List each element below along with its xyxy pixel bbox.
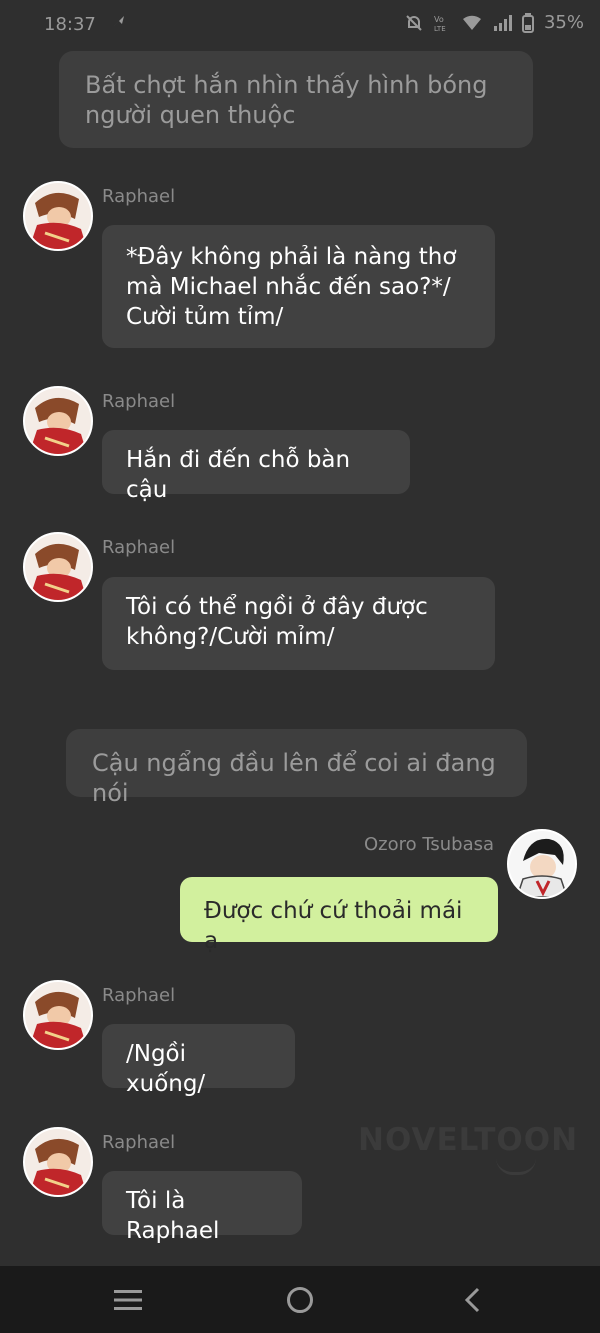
sender-name: Raphael [102, 186, 176, 207]
mute-icon [404, 13, 424, 33]
message-bubble: /Ngồi xuống/ [102, 1024, 295, 1097]
my-message-bubble: Được chứ cứ thoải mái ạ [180, 877, 498, 954]
narration-box: Bất chợt hắn nhìn thấy hình bóng người q… [59, 51, 533, 148]
status-bar: 18:37 Vo LTE 35% [0, 0, 600, 50]
back-icon[interactable] [452, 1284, 492, 1316]
message-text: Hắn đi đến chỗ bàn cậu [126, 447, 351, 503]
avatar-raphael [23, 532, 93, 602]
sender-name: Raphael [102, 985, 176, 1006]
sender-name: Raphael [102, 391, 176, 412]
avatar-raphael [23, 386, 93, 456]
message-bubble: Tôi có thể ngồi ở đây được không?/Cười m… [102, 577, 495, 670]
volte-icon: Vo LTE [434, 13, 452, 33]
sender-name: Raphael [102, 537, 176, 558]
sender-name: Raphael [102, 1132, 176, 1153]
wifi-icon [462, 14, 482, 32]
narration-text: Cậu ngẩng đầu lên để coi ai đang nói [92, 749, 496, 807]
battery-icon [521, 12, 534, 33]
message-text: /Ngồi xuống/ [126, 1041, 206, 1097]
system-nav-bar [0, 1266, 600, 1333]
message-text: Tôi có thể ngồi ở đây được không?/Cười m… [126, 594, 428, 650]
menu-icon[interactable] [108, 1284, 148, 1316]
avatar-raphael [23, 181, 93, 251]
navigation-arrow-icon [112, 13, 126, 32]
message-text: *Đây không phải là nàng thơ mà Michael n… [126, 244, 457, 330]
battery-percent: 35% [543, 12, 584, 33]
avatar-tsubasa [507, 829, 577, 899]
narration-text: Bất chợt hắn nhìn thấy hình bóng người q… [85, 71, 488, 129]
message-text: Tôi là Raphael [126, 1188, 220, 1244]
noveltoon-watermark: NOVELTOON [358, 1122, 579, 1158]
svg-text:Vo: Vo [434, 15, 444, 24]
message-text: Được chứ cứ thoải mái ạ [204, 898, 463, 954]
message-bubble: Tôi là Raphael [102, 1171, 302, 1244]
svg-text:LTE: LTE [434, 25, 446, 33]
message-bubble: Hắn đi đến chỗ bàn cậu [102, 430, 410, 503]
avatar-raphael [23, 1127, 93, 1197]
narration-box: Cậu ngẩng đầu lên để coi ai đang nói [66, 729, 527, 807]
sender-name: Ozoro Tsubasa [364, 834, 495, 855]
avatar-raphael [23, 980, 93, 1050]
signal-icon [492, 14, 512, 32]
watermark-smile-icon [496, 1158, 536, 1175]
status-time: 18:37 [44, 14, 96, 35]
message-bubble: *Đây không phải là nàng thơ mà Michael n… [102, 225, 495, 348]
home-icon[interactable] [280, 1284, 320, 1316]
